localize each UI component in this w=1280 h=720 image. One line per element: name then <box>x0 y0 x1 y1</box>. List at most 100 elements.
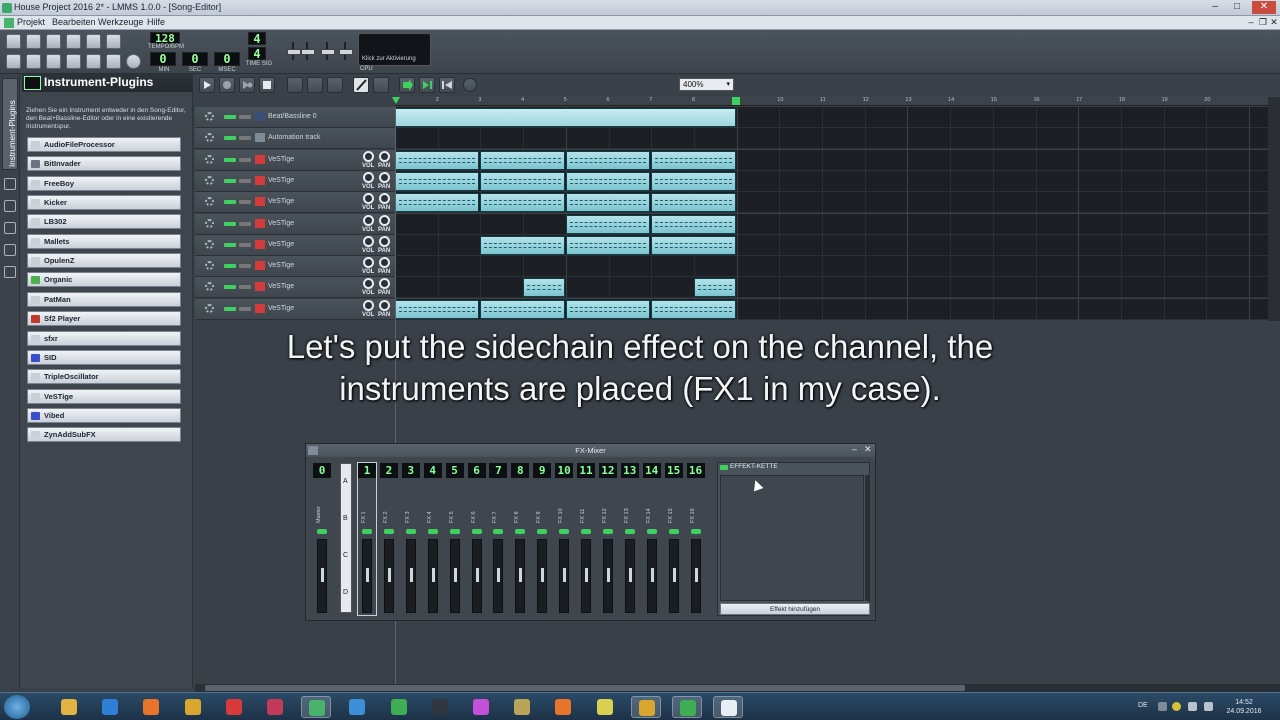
save-project-button[interactable] <box>86 34 101 49</box>
track-timeline-area[interactable] <box>395 256 1280 278</box>
mdi-minimize-icon[interactable]: – <box>1246 17 1256 28</box>
pattern-clip[interactable] <box>651 299 736 319</box>
loop-end-marker-icon[interactable] <box>732 97 740 105</box>
maximize-button[interactable]: □ <box>1228 1 1246 14</box>
fx-mixer-minimize-icon[interactable]: – <box>852 444 857 454</box>
plugin-item[interactable]: Vibed <box>27 407 181 423</box>
add-automation-track-button[interactable] <box>327 77 343 93</box>
plugin-item[interactable]: Kicker <box>27 195 181 211</box>
song-editor-hscrollbar[interactable] <box>195 684 1280 692</box>
pattern-clip[interactable] <box>565 171 651 191</box>
fx-mixer-button[interactable] <box>86 54 101 69</box>
pan-knob[interactable] <box>379 278 390 290</box>
taskbar-app-app-green[interactable] <box>384 696 414 718</box>
plugin-item[interactable]: Mallets <box>27 233 181 249</box>
plugin-item[interactable]: AudioFileProcessor <box>27 137 181 152</box>
pattern-clip[interactable] <box>565 150 651 170</box>
track-header[interactable]: VeSTige VOL PAN <box>195 213 395 235</box>
fx-channel-strip[interactable]: 3 FX 3 <box>401 463 420 615</box>
pattern-clip[interactable] <box>480 235 565 255</box>
track-settings-icon[interactable] <box>205 133 214 143</box>
recent-projects-button[interactable] <box>66 34 81 49</box>
hscroll-thumb[interactable] <box>205 685 965 691</box>
fx-channel-mute-toggle[interactable] <box>362 529 372 534</box>
volume-knob[interactable] <box>363 193 374 205</box>
tray-network-icon[interactable] <box>1188 702 1197 711</box>
stop-behaviour-button[interactable] <box>439 77 455 93</box>
pan-knob[interactable] <box>379 214 390 226</box>
fx-channel-fader[interactable] <box>427 539 438 613</box>
plugin-item[interactable]: ZynAddSubFX <box>27 427 181 443</box>
edit-mode-button[interactable] <box>373 77 389 93</box>
track-solo-toggle[interactable] <box>239 306 251 311</box>
plugin-item[interactable]: Sf2 Player <box>27 311 181 327</box>
fx-channel-fader[interactable] <box>471 539 482 613</box>
fx-bank-label[interactable]: B <box>343 515 348 522</box>
beat-editor-button[interactable] <box>26 54 41 69</box>
home-icon[interactable] <box>4 244 16 256</box>
fx-channel-strip[interactable]: 16 FX 16 <box>686 463 705 615</box>
track-header[interactable]: Beat/Bassline 0 <box>195 107 395 128</box>
fx-channel-strip[interactable]: 12 FX 12 <box>598 463 617 615</box>
track-timeline-area[interactable] <box>395 192 1280 214</box>
export-button[interactable] <box>106 34 121 49</box>
pattern-clip[interactable] <box>565 299 651 319</box>
fx-channel-mute-toggle[interactable] <box>624 529 635 534</box>
fx-channel-fader[interactable] <box>515 539 526 613</box>
taskbar-app-chrome-2[interactable] <box>630 696 661 718</box>
pattern-clip[interactable] <box>395 193 480 213</box>
track-header[interactable]: VeSTige VOL PAN <box>195 277 395 299</box>
taskbar-clock[interactable]: 14:52 24.09.2016 <box>1222 698 1266 716</box>
pattern-clip[interactable] <box>651 193 736 213</box>
track-mute-toggle[interactable] <box>224 264 236 269</box>
taskbar-app-vlc[interactable] <box>548 696 578 718</box>
pattern-clip[interactable] <box>480 299 565 319</box>
fx-channel-fader[interactable] <box>537 539 548 613</box>
fx-channel-strip[interactable]: 7 FX 7 <box>489 463 508 615</box>
track-settings-icon[interactable] <box>205 154 214 164</box>
track-header[interactable]: VeSTige VOL PAN <box>195 298 395 320</box>
volume-knob[interactable] <box>363 214 374 226</box>
playhead-marker-icon[interactable] <box>392 97 400 104</box>
plugin-item[interactable]: PatMan <box>27 291 181 307</box>
track-solo-toggle[interactable] <box>239 200 251 205</box>
pattern-clip[interactable] <box>693 278 736 298</box>
track-mute-toggle[interactable] <box>224 136 236 141</box>
fx-channel-mute-toggle[interactable] <box>602 529 613 534</box>
fx-channel-mute-toggle[interactable] <box>449 529 460 534</box>
track-settings-icon[interactable] <box>205 218 214 228</box>
pattern-clip[interactable] <box>480 150 565 170</box>
pan-knob[interactable] <box>379 193 390 205</box>
fx-channel-fader[interactable] <box>668 539 679 613</box>
fx-mixer-close-icon[interactable]: ✕ <box>864 444 872 455</box>
fx-channel-fader[interactable] <box>493 539 504 613</box>
fx-channel-fader[interactable] <box>690 539 701 613</box>
track-header[interactable]: VeSTige VOL PAN <box>195 192 395 214</box>
timesig-denominator[interactable]: 4 <box>248 47 266 60</box>
samples-icon[interactable] <box>4 200 16 212</box>
track-header[interactable]: VeSTige VOL PAN <box>195 256 395 278</box>
controller-rack-button[interactable] <box>126 54 141 69</box>
fx-channel-mute-toggle[interactable] <box>646 529 657 534</box>
pattern-clip[interactable] <box>565 193 651 213</box>
stop-button[interactable] <box>259 77 275 93</box>
track-settings-icon[interactable] <box>205 303 214 313</box>
tray-volume-icon[interactable] <box>1204 702 1213 711</box>
start-button[interactable] <box>4 695 30 719</box>
fx-channel-mute-toggle[interactable] <box>405 529 416 534</box>
track-solo-toggle[interactable] <box>239 242 251 247</box>
taskbar-app-app-dark[interactable] <box>425 696 455 718</box>
track-header[interactable]: VeSTige VOL PAN <box>195 170 395 192</box>
fx-channel-strip[interactable]: 9 FX 9 <box>533 463 552 615</box>
pan-knob[interactable] <box>379 299 390 311</box>
taskbar-app-app-edit[interactable] <box>507 696 537 718</box>
menu-hilfe[interactable]: Hilfe <box>147 17 165 27</box>
pattern-clip[interactable] <box>523 278 565 298</box>
track-solo-toggle[interactable] <box>239 285 251 290</box>
fx-channel-mute-toggle[interactable] <box>317 529 327 534</box>
pattern-clip[interactable] <box>395 150 480 170</box>
timeline-ruler[interactable]: 1234567891011121314151617181920 <box>393 96 1280 106</box>
volume-knob[interactable] <box>363 257 374 269</box>
fx-channel-fader[interactable] <box>383 539 394 613</box>
track-timeline-area[interactable] <box>395 234 1280 256</box>
